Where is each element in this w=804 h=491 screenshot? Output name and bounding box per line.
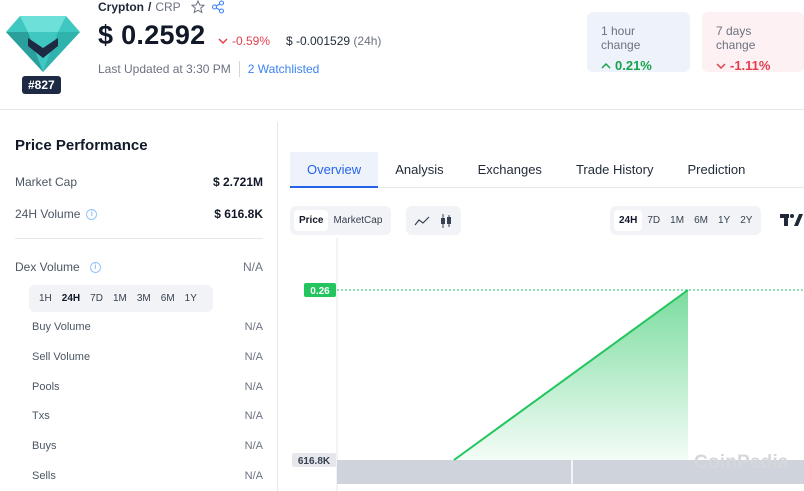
sell-volume-row: Sell Volume N/A — [32, 351, 263, 363]
buys-label: Buys — [32, 440, 57, 452]
one-hour-change-label: 1 hour change — [601, 24, 641, 52]
range-6m-button[interactable]: 6M — [689, 210, 713, 231]
crypton-logo-icon — [6, 16, 80, 72]
volume-24h-value: $ 616.8K — [214, 207, 263, 221]
price-change-absolute-value: $ -0.001529 — [286, 34, 351, 48]
candlestick-icon[interactable] — [439, 213, 453, 229]
sell-volume-label: Sell Volume — [32, 351, 91, 363]
volume-axis-label: 616.8K — [298, 456, 331, 467]
period-3m[interactable]: 3M — [132, 289, 156, 308]
price-performance-title: Price Performance — [15, 137, 148, 154]
performance-divider — [15, 238, 263, 239]
chevron-up-icon — [601, 62, 611, 69]
period-7d[interactable]: 7D — [85, 289, 108, 308]
metric-price-button[interactable]: Price — [294, 210, 329, 231]
tab-analysis[interactable]: Analysis — [378, 152, 460, 188]
range-1y-button[interactable]: 1Y — [713, 210, 735, 231]
info-icon[interactable]: i — [86, 208, 98, 220]
header-divider — [0, 109, 804, 110]
watchlisted-link[interactable]: 2 Watchlisted — [248, 62, 320, 76]
tab-prediction[interactable]: Prediction — [670, 152, 762, 188]
period-1m[interactable]: 1M — [108, 289, 132, 308]
dex-volume-value: N/A — [242, 260, 263, 274]
price-change-percent-value: -0.59% — [232, 34, 271, 48]
range-2y-button[interactable]: 2Y — [735, 210, 757, 231]
pools-label: Pools — [32, 381, 60, 393]
tab-exchanges[interactable]: Exchanges — [461, 152, 559, 188]
coin-name: Crypton — [98, 0, 144, 14]
coin-separator: / — [148, 0, 152, 14]
buys-row: Buys N/A — [32, 440, 263, 452]
coin-symbol: CRP — [155, 0, 181, 14]
period-24h[interactable]: 24H — [57, 289, 85, 308]
info-icon[interactable]: i — [89, 261, 101, 273]
pools-row: Pools N/A — [32, 381, 263, 393]
dex-volume-label: Dex Volume — [15, 260, 80, 274]
one-hour-change-card: 1 hour change 0.21% — [587, 12, 690, 73]
rank-badge: #827 — [22, 76, 61, 94]
volume-24h-row: 24H Volume i $ 616.8K — [15, 207, 263, 221]
one-hour-change-value-row: 0.21% — [601, 58, 676, 73]
txs-row: Txs N/A — [32, 410, 263, 422]
period-6m[interactable]: 6M — [156, 289, 180, 308]
tradingview-logo-icon — [780, 214, 803, 226]
seven-day-change-card: 7 days change -1.11% — [702, 12, 804, 73]
sells-label: Sells — [32, 470, 56, 482]
range-24h-button[interactable]: 24H — [614, 210, 643, 231]
divider — [238, 61, 240, 77]
metric-marketcap-button[interactable]: MarketCap — [328, 210, 387, 231]
volume-24h-label-wrap: 24H Volume i — [15, 207, 98, 221]
period-1y[interactable]: 1Y — [180, 289, 202, 308]
metric-toggle: Price MarketCap — [290, 206, 392, 235]
sells-row: Sells N/A — [32, 470, 263, 482]
volume-24h-label: 24H Volume — [15, 207, 81, 221]
share-icon[interactable] — [211, 0, 225, 14]
buy-volume-label: Buy Volume — [32, 321, 91, 333]
market-cap-row: Market Cap $ 2.721M — [15, 175, 263, 189]
current-price: $ 0.2592 — [98, 20, 206, 50]
price-axis-label: 0.26 — [310, 286, 330, 297]
chevron-down-icon — [716, 62, 726, 69]
dex-volume-row: Dex Volume i N/A — [15, 260, 263, 274]
range-toggle: 24H 7D 1M 6M 1Y 2Y — [610, 206, 762, 235]
panel-divider — [277, 122, 278, 491]
tab-trade-history[interactable]: Trade History — [559, 152, 671, 188]
coinpedia-watermark: CoinPedia — [694, 452, 789, 473]
tab-overview[interactable]: Overview — [290, 152, 379, 188]
seven-day-change-label: 7 days change — [716, 24, 756, 52]
dex-period-selector: 1H 24H 7D 1M 3M 6M 1Y — [29, 285, 213, 312]
seven-day-change-value: -1.11% — [730, 58, 771, 73]
buy-volume-row: Buy Volume N/A — [32, 321, 263, 333]
price-change-percent: -0.59% — [218, 34, 270, 48]
market-cap-value: $ 2.721M — [212, 175, 263, 189]
dex-volume-label-wrap: Dex Volume i — [15, 260, 101, 274]
price-change-absolute: $ -0.001529 (24h) — [286, 34, 381, 48]
main-tabs: Overview Analysis Exchanges Trade Histor… — [290, 152, 804, 188]
line-chart-icon[interactable] — [414, 215, 430, 227]
range-7d-button[interactable]: 7D — [642, 210, 665, 231]
seven-day-change-value-row: -1.11% — [716, 58, 790, 73]
coin-title-line: Crypton / CRP — [98, 0, 225, 14]
range-1m-button[interactable]: 1M — [665, 210, 689, 231]
period-1h[interactable]: 1H — [34, 289, 57, 308]
chevron-down-icon — [218, 38, 228, 45]
sells-value: N/A — [244, 470, 263, 482]
market-cap-label: Market Cap — [15, 175, 78, 189]
last-updated-text: Last Updated at 3:30 PM — [98, 62, 231, 76]
buy-volume-value: N/A — [244, 321, 263, 333]
one-hour-change-value: 0.21% — [615, 58, 652, 73]
txs-value: N/A — [244, 410, 263, 422]
star-icon[interactable] — [190, 0, 205, 14]
txs-label: Txs — [32, 410, 50, 422]
price-change-period: (24h) — [353, 34, 382, 48]
buys-value: N/A — [244, 440, 263, 452]
pools-value: N/A — [244, 381, 263, 393]
sell-volume-value: N/A — [244, 351, 263, 363]
last-updated-line: Last Updated at 3:30 PM 2 Watchlisted — [98, 61, 319, 77]
chart-type-toggle — [406, 206, 461, 235]
